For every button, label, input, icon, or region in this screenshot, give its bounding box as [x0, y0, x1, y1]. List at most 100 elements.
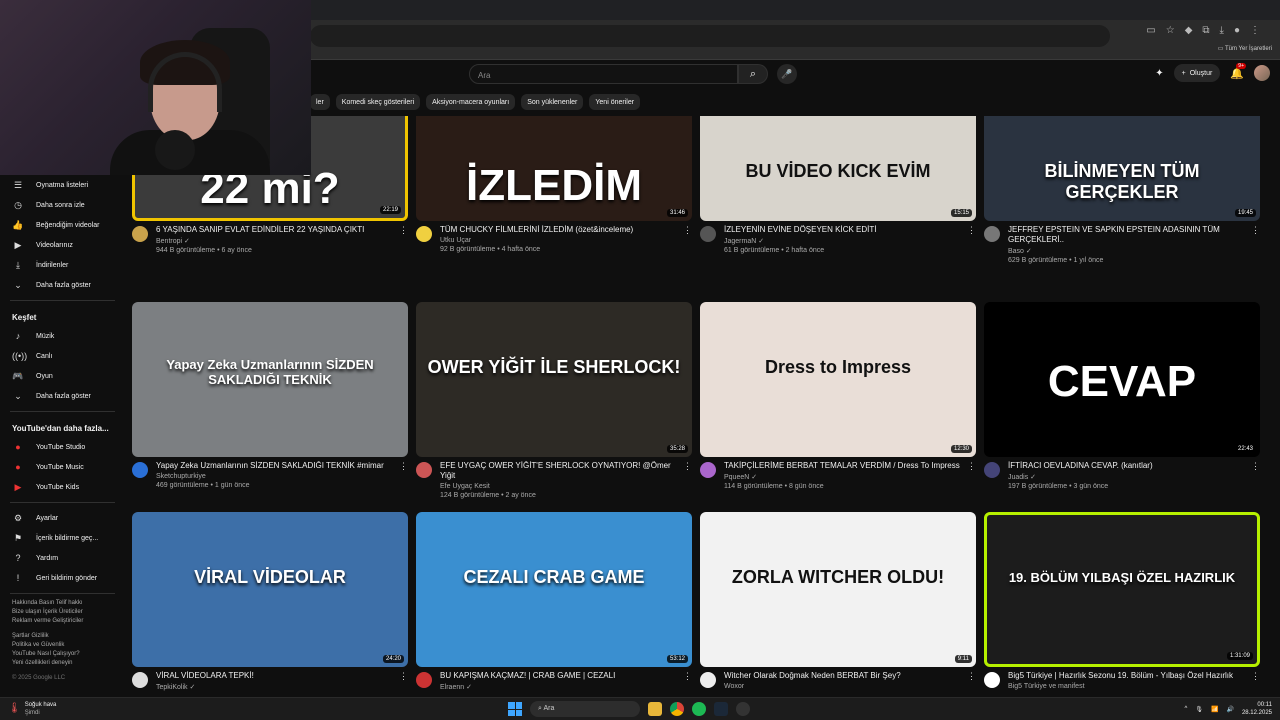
video-card[interactable]: Dress to Impress 12:30 TAKİPÇİLERİME BERBA…	[700, 302, 976, 501]
channel-name[interactable]: Baso ✓	[1008, 247, 1260, 255]
sidebar-item[interactable]: ⚑ İçerik bildirme geç...	[0, 528, 125, 548]
footer-link[interactable]: Reklam verme Geliştiriciler	[12, 617, 125, 626]
footer-link[interactable]: Bize ulaşın İçerik Üreticiler	[12, 608, 125, 617]
video-thumbnail[interactable]: İZLEDİM 31:46	[416, 116, 692, 221]
sidebar-item[interactable]: ● YouTube Studio	[0, 437, 125, 457]
sidebar-item[interactable]: ⚙ Ayarlar	[0, 508, 125, 528]
video-card[interactable]: OWER YİĞİT İLE SHERLOCK! 35:28 EFE UYGAÇ O…	[416, 302, 692, 501]
channel-name[interactable]: Big5 Türkiye ve manifest	[1008, 683, 1260, 690]
more-options-icon[interactable]: ⋮	[1251, 461, 1260, 472]
bookmarks-folder[interactable]: ▭ Tüm Yer İşaretleri	[1218, 45, 1272, 52]
channel-name[interactable]: Elraenn ✓	[440, 683, 692, 691]
star-icon[interactable]: ☆	[1166, 25, 1175, 36]
channel-name[interactable]: PqueeN ✓	[724, 473, 976, 481]
channel-avatar[interactable]	[700, 672, 716, 688]
video-thumbnail[interactable]: OWER YİĞİT İLE SHERLOCK! 35:28	[416, 302, 692, 457]
channel-name[interactable]: Efe Uygaç Kesit	[440, 483, 692, 490]
sidebar-item[interactable]: 👍 Beğendiğim videolar	[0, 215, 125, 235]
more-options-icon[interactable]: ⋮	[399, 225, 408, 236]
video-card[interactable]: VİRAL VİDEOLAR 24:20 VİRAL VİDEOLARA TEPKİ…	[132, 512, 408, 711]
footer-link[interactable]: Politika ve Güvenlik	[12, 641, 125, 650]
address-bar[interactable]	[310, 25, 1110, 47]
video-thumbnail[interactable]: VİRAL VİDEOLAR 24:20	[132, 512, 408, 667]
mic-icon[interactable]: 🎙	[1195, 706, 1203, 713]
video-title[interactable]: İFTİRACI OEVLADINA CEVAP. (kanıtlar)	[1008, 461, 1260, 471]
video-card[interactable]: ZORLA WITCHER OLDU! 9:11 Witcher Olarak Do…	[700, 512, 976, 711]
sidebar-item[interactable]: ◷ Daha sonra izle	[0, 195, 125, 215]
profile-icon[interactable]: ●	[1234, 25, 1240, 36]
more-options-icon[interactable]: ⋮	[1251, 225, 1260, 236]
clock[interactable]: 00:11 28.12.2025	[1242, 701, 1272, 717]
steam-icon[interactable]	[714, 702, 728, 716]
wifi-icon[interactable]: 📶	[1211, 706, 1218, 713]
video-title[interactable]: İZLEYENİN EVİNE DÖŞEYEN KİCK EDİTİ	[724, 225, 976, 235]
channel-avatar[interactable]	[416, 672, 432, 688]
video-title[interactable]: Yapay Zeka Uzmanlarının SİZDEN SAKLADIĞI…	[156, 461, 408, 471]
channel-avatar[interactable]	[700, 462, 716, 478]
sidebar-item[interactable]: ? Yardım	[0, 548, 125, 568]
channel-name[interactable]: Juadis ✓	[1008, 473, 1260, 481]
more-options-icon[interactable]: ⋮	[1251, 671, 1260, 682]
channel-avatar[interactable]	[700, 226, 716, 242]
more-options-icon[interactable]: ⋮	[399, 671, 408, 682]
video-title[interactable]: Big5 Türkiye | Hazırlık Sezonu 19. Bölüm…	[1008, 671, 1260, 681]
volume-icon[interactable]: 🔊	[1226, 706, 1233, 713]
video-card[interactable]: CEZALI CRAB GAME 53:12 BU KAPIŞMA KAÇMAZ! …	[416, 512, 692, 711]
video-card[interactable]: BU VİDEO KICK EVİM 15:15 İZLEYENİN EVİNE D…	[700, 66, 976, 265]
more-options-icon[interactable]: ⋮	[967, 671, 976, 682]
sidebar-item[interactable]: ☰ Oynatma listeleri	[0, 175, 125, 195]
sidebar-item[interactable]: ▶ Videolarınız	[0, 235, 125, 255]
footer-link[interactable]: Şartlar Gizlilik	[12, 632, 125, 641]
video-title[interactable]: 6 YAŞINDA SANIP EVLAT EDİNDİLER 22 YAŞIN…	[156, 225, 408, 235]
video-title[interactable]: EFE UYGAÇ OWER YİĞİT'E SHERLOCK OYNATIYO…	[440, 461, 692, 481]
taskbar-search[interactable]: ⌕ Ara	[530, 701, 640, 717]
sidebar-item[interactable]: 🎮 Oyun	[0, 366, 125, 386]
video-thumbnail[interactable]: 19. BÖLÜM YILBAŞI ÖZEL HAZIRLIK 1:31:09	[984, 512, 1260, 667]
video-card[interactable]: CEVAP 22:43 İFTİRACI OEVLADINA CEVAP. (kan…	[984, 302, 1260, 501]
extension-icon[interactable]: ◆	[1185, 25, 1193, 36]
sidebar-footer-links[interactable]: Hakkında Basın Telif hakkı Bize ulaşın İç…	[0, 599, 125, 626]
spotify-icon[interactable]	[692, 702, 706, 716]
video-card[interactable]: Yapay Zeka Uzmanlarının SİZDEN SAKLADIĞI…	[132, 302, 408, 501]
channel-avatar[interactable]	[132, 672, 148, 688]
sidebar-item[interactable]: ⌄ Daha fazla göster	[0, 275, 125, 295]
menu-icon[interactable]: ⋮	[1250, 25, 1260, 36]
sidebar-item[interactable]: ▶ YouTube Kids	[0, 477, 125, 497]
video-thumbnail[interactable]: CEVAP 22:43	[984, 302, 1260, 457]
more-options-icon[interactable]: ⋮	[399, 461, 408, 472]
sidebar-item[interactable]: ! Geri bildirim gönder	[0, 568, 125, 588]
video-card[interactable]: İZLEDİM 31:46 TÜM CHUCKY FİLMLERİNİ İZLEDİ…	[416, 66, 692, 265]
footer-link[interactable]: Hakkında Basın Telif hakkı	[12, 599, 125, 608]
channel-avatar[interactable]	[132, 462, 148, 478]
video-title[interactable]: TAKİPÇİLERİME BERBAT TEMALAR VERDİM / Dr…	[724, 461, 976, 471]
sidebar-footer-links[interactable]: Şartlar Gizlilik Politika ve Güvenlik YouT…	[0, 632, 125, 668]
video-thumbnail[interactable]: Yapay Zeka Uzmanlarının SİZDEN SAKLADIĞI…	[132, 302, 408, 457]
more-options-icon[interactable]: ⋮	[967, 225, 976, 236]
channel-name[interactable]: JagermaN ✓	[724, 237, 976, 245]
channel-avatar[interactable]	[984, 226, 1000, 242]
footer-link[interactable]: YouTube Nasıl Çalışıyor?	[12, 650, 125, 659]
sidebar-item[interactable]: ⤓ İndirilenler	[0, 255, 125, 275]
chevron-up-icon[interactable]: ^	[1185, 706, 1188, 712]
footer-link[interactable]: Yeni özellikleri deneyin	[12, 659, 125, 668]
more-options-icon[interactable]: ⋮	[683, 461, 692, 472]
windows-start-icon[interactable]	[508, 702, 522, 716]
chrome-icon[interactable]	[670, 702, 684, 716]
channel-avatar[interactable]	[132, 226, 148, 242]
channel-name[interactable]: Sketchupturkiye	[156, 473, 408, 480]
channel-avatar[interactable]	[984, 672, 1000, 688]
video-title[interactable]: Witcher Olarak Doğmak Neden BERBAT Bir Ş…	[724, 671, 976, 681]
video-card[interactable]: BİLİNMEYEN TÜM GERÇEKLER 19:45 JEFFREY EPS…	[984, 66, 1260, 265]
video-title[interactable]: VİRAL VİDEOLARA TEPKİ!	[156, 671, 408, 681]
cast-icon[interactable]: ▭	[1146, 25, 1155, 36]
sidebar-item[interactable]: ● YouTube Music	[0, 457, 125, 477]
channel-name[interactable]: Bentropi ✓	[156, 237, 408, 245]
channel-avatar[interactable]	[416, 226, 432, 242]
sidebar-item[interactable]: ⌄ Daha fazla göster	[0, 386, 125, 406]
video-thumbnail[interactable]: Dress to Impress 12:30	[700, 302, 976, 457]
channel-avatar[interactable]	[416, 462, 432, 478]
download-icon[interactable]: ⤓	[1220, 25, 1224, 36]
video-title[interactable]: JEFFREY EPSTEIN VE SAPKIN EPSTEIN ADASIN…	[1008, 225, 1260, 245]
video-thumbnail[interactable]: CEZALI CRAB GAME 53:12	[416, 512, 692, 667]
channel-name[interactable]: TepkiKolik ✓	[156, 683, 408, 691]
